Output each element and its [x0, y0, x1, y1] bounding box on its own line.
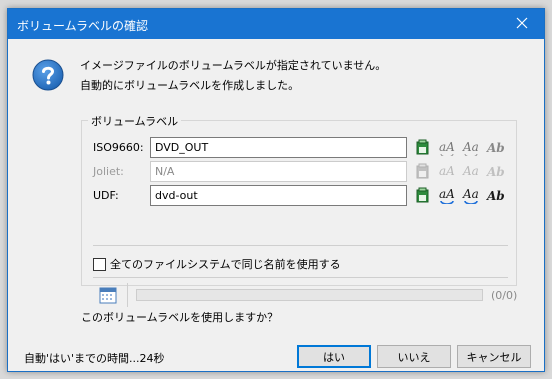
udf-label: UDF:	[93, 189, 119, 202]
apply-label-icon	[414, 186, 432, 207]
uppercase-icon: Aa	[462, 186, 480, 207]
iso9660-label: ISO9660:	[93, 141, 144, 154]
joliet-row: Joliet: N/A aA Aa Ab	[82, 161, 516, 183]
progress-bar	[136, 289, 483, 301]
same-name-checkbox-label: 全てのファイルシステムで同じ名前を使用する	[110, 258, 341, 271]
countdown-status: 自動'はい'までの時間...24秒	[24, 352, 165, 365]
iso9660-apply-button[interactable]	[413, 138, 433, 158]
capitalize-icon: Ab	[486, 162, 505, 183]
svg-text:Ab: Ab	[486, 165, 504, 179]
lowercase-icon: aA	[438, 138, 456, 159]
close-icon	[516, 17, 528, 32]
svg-text:aA: aA	[439, 187, 455, 201]
iso9660-input[interactable]: DVD_OUT	[150, 137, 407, 158]
iso9660-capitalize-button[interactable]: Ab	[485, 138, 505, 158]
no-button[interactable]: いいえ	[377, 345, 451, 368]
joliet-apply-button	[413, 162, 433, 182]
iso9660-uppercase-button[interactable]: Aa	[461, 138, 481, 158]
apply-label-icon	[414, 138, 432, 159]
joliet-input: N/A	[150, 161, 407, 182]
calendar-icon	[99, 286, 117, 304]
svg-text:Aa: Aa	[462, 187, 479, 201]
title-bar: ボリュームラベルの確認	[8, 9, 544, 39]
lowercase-icon: aA	[438, 186, 456, 207]
iso9660-row: ISO9660: DVD_OUT aA Aa Ab	[82, 137, 516, 159]
progress-row: (0/0)	[93, 283, 517, 307]
yes-button[interactable]: はい	[297, 345, 371, 368]
udf-capitalize-button[interactable]: Ab	[485, 186, 505, 206]
message-line-2: 自動的にボリュームラベルを作成しました。	[80, 79, 300, 92]
same-name-checkbox[interactable]	[93, 257, 106, 271]
uppercase-icon: Aa	[462, 138, 480, 159]
group-title: ボリュームラベル	[88, 113, 182, 129]
svg-text:Aa: Aa	[462, 164, 479, 178]
joliet-capitalize-button: Ab	[485, 162, 505, 182]
close-button[interactable]	[500, 9, 544, 39]
joliet-lowercase-button: aA	[437, 162, 457, 182]
message-line-1: イメージファイルのボリュームラベルが指定されていません。	[80, 59, 387, 72]
udf-input[interactable]: dvd-out	[150, 185, 407, 206]
question-icon	[32, 59, 64, 91]
svg-text:aA: aA	[439, 164, 455, 178]
capitalize-icon: Ab	[486, 186, 505, 207]
capitalize-icon: Ab	[486, 138, 505, 159]
lowercase-icon: aA	[438, 162, 456, 183]
udf-lowercase-button[interactable]: aA	[437, 186, 457, 206]
udf-row: UDF: dvd-out aA Aa Ab	[82, 185, 516, 207]
volume-label-group: ボリュームラベル ISO9660: DVD_OUT aA Aa Ab Jolie…	[81, 113, 517, 307]
dialog-content: イメージファイルのボリュームラベルが指定されていません。 自動的にボリュームラベ…	[8, 39, 544, 371]
iso9660-lowercase-button[interactable]: aA	[437, 138, 457, 158]
svg-text:Ab: Ab	[486, 189, 504, 203]
apply-label-icon	[414, 162, 432, 183]
same-name-option[interactable]: 全てのファイルシステムで同じ名前を使用する	[93, 256, 341, 272]
cancel-button[interactable]: キャンセル	[457, 345, 531, 368]
svg-text:Ab: Ab	[486, 141, 504, 155]
udf-apply-button[interactable]	[413, 186, 433, 206]
dialog-window: ボリュームラベルの確認 イメージファイルのボリュームラベルが指定されていません。…	[7, 8, 545, 372]
progress-count: (0/0)	[491, 289, 518, 302]
window-title: ボリュームラベルの確認	[17, 19, 149, 33]
joliet-label: Joliet:	[93, 165, 124, 178]
group-divider	[93, 245, 508, 246]
progress-divider	[93, 277, 508, 278]
progress-separator	[127, 283, 128, 307]
uppercase-icon: Aa	[462, 162, 480, 183]
svg-text:aA: aA	[439, 140, 455, 154]
udf-uppercase-button[interactable]: Aa	[461, 186, 481, 206]
svg-text:Aa: Aa	[462, 140, 479, 154]
confirm-question: このボリュームラベルを使用しますか？	[81, 311, 279, 324]
joliet-uppercase-button: Aa	[461, 162, 481, 182]
